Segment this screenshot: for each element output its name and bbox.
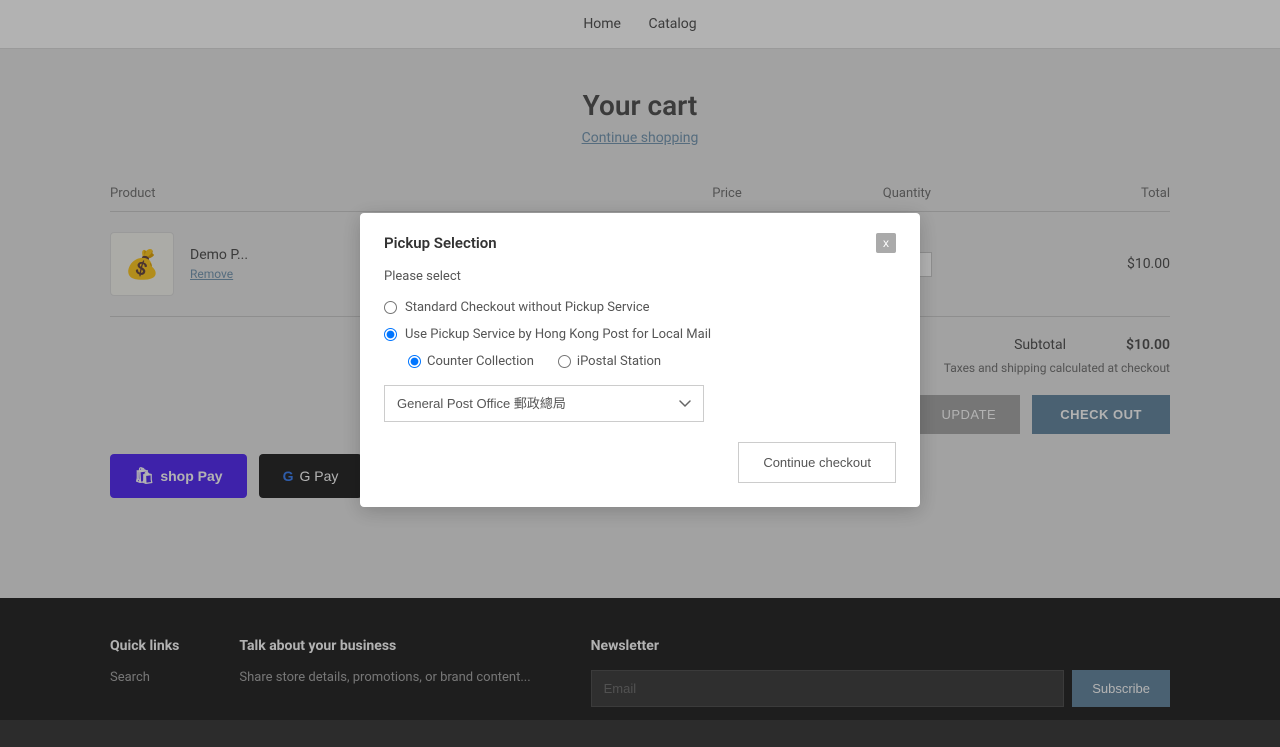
counter-label: Counter Collection [427, 354, 534, 369]
continue-checkout-button[interactable]: Continue checkout [738, 442, 896, 483]
modal-close-button[interactable]: x [876, 233, 896, 253]
ipostal-option[interactable]: iPostal Station [558, 354, 661, 369]
counter-radio[interactable] [408, 355, 421, 368]
sub-options: Counter Collection iPostal Station [408, 354, 896, 369]
standard-option[interactable]: Standard Checkout without Pickup Service [384, 300, 896, 315]
modal-header: Pickup Selection x [384, 233, 896, 253]
pickup-radio[interactable] [384, 328, 397, 341]
location-select[interactable]: General Post Office 郵政總局 Kowloon Central… [384, 385, 704, 422]
standard-radio[interactable] [384, 301, 397, 314]
pickup-option[interactable]: Use Pickup Service by Hong Kong Post for… [384, 327, 896, 342]
pickup-label: Use Pickup Service by Hong Kong Post for… [405, 327, 711, 342]
counter-option[interactable]: Counter Collection [408, 354, 534, 369]
pickup-selection-modal: Pickup Selection x Please select Standar… [360, 213, 920, 507]
standard-label: Standard Checkout without Pickup Service [405, 300, 650, 315]
modal-title: Pickup Selection [384, 234, 497, 252]
modal-footer: Continue checkout [384, 442, 896, 483]
ipostal-radio[interactable] [558, 355, 571, 368]
ipostal-label: iPostal Station [577, 354, 661, 369]
location-dropdown-wrapper: General Post Office 郵政總局 Kowloon Central… [384, 385, 896, 422]
modal-subtitle: Please select [384, 269, 896, 284]
modal-overlay: Pickup Selection x Please select Standar… [0, 0, 1280, 720]
